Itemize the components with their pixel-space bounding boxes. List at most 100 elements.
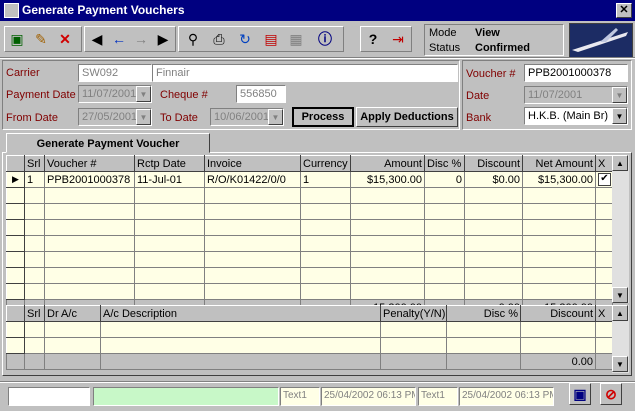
company-logo (569, 23, 633, 59)
voucher-grid-scrollbar[interactable]: ▲ ▼ (612, 155, 629, 303)
col-currency[interactable]: Currency (300, 155, 351, 172)
next-record-icon[interactable]: → (130, 27, 152, 51)
app-icon (4, 3, 19, 18)
col-rctp-date[interactable]: Rctp Date (134, 155, 205, 172)
table-row[interactable] (6, 283, 613, 300)
cell-discount[interactable]: $0.00 (464, 171, 523, 188)
col-dr-ac[interactable]: Dr A/c (44, 305, 101, 322)
selected-checkbox[interactable]: ✔ (598, 173, 611, 186)
scroll-down-icon[interactable]: ▼ (612, 287, 628, 303)
refresh-icon[interactable]: ↻ (234, 27, 256, 51)
mode-value: View (475, 27, 500, 39)
col-discount[interactable]: Discount (520, 305, 596, 322)
col-x[interactable]: X (595, 305, 613, 322)
to-date-label: To Date (160, 112, 198, 124)
table-row[interactable] (6, 235, 613, 252)
account-grid-header: Srl Dr A/c A/c Description Penalty(Y/N) … (6, 305, 613, 322)
current-row-indicator-icon: ▶ (6, 171, 25, 188)
apply-deductions-button[interactable]: Apply Deductions (356, 107, 458, 127)
cell-currency[interactable]: 1 (300, 171, 351, 188)
row-header (6, 267, 25, 284)
cheque-number-field[interactable]: 556850 (236, 85, 286, 103)
scroll-down-icon[interactable]: ▼ (612, 356, 628, 372)
col-penalty[interactable]: Penalty(Y/N) (380, 305, 447, 322)
help-icon[interactable]: ? (362, 27, 384, 51)
row-header (6, 353, 25, 370)
col-srl[interactable]: Srl (24, 155, 45, 172)
voucher-date-dropdown-icon[interactable]: ▼ (612, 87, 627, 103)
find-icon[interactable]: ⚲ (182, 27, 204, 51)
process-button[interactable]: Process (292, 107, 354, 127)
notes-icon[interactable]: ▤ (260, 27, 282, 51)
scroll-up-icon[interactable]: ▲ (612, 155, 628, 171)
col-disc[interactable]: Disc % (424, 155, 465, 172)
window-title: Generate Payment Vouchers (22, 3, 185, 17)
row-header (6, 321, 25, 338)
carrier-code-field[interactable]: SW092 (78, 64, 152, 82)
new-record-icon[interactable]: ▣ (6, 27, 28, 51)
bank-dropdown-icon[interactable]: ▼ (612, 108, 627, 124)
save-icon[interactable]: ▣ (569, 383, 591, 405)
row-header (6, 235, 25, 252)
account-totals-row: 0.00 (6, 353, 613, 370)
table-row[interactable] (6, 267, 613, 284)
cell-x[interactable]: ✔ (595, 171, 613, 188)
carrier-name-field[interactable]: Finnair (152, 64, 458, 82)
cancel-icon[interactable]: ⊘ (600, 383, 622, 405)
cell-amount[interactable]: $15,300.00 (350, 171, 425, 188)
status-time-2: 25/04/2002 06:13 PM (459, 387, 554, 406)
table-row[interactable] (6, 337, 613, 354)
previous-record-icon[interactable]: ← (108, 27, 130, 51)
col-amount[interactable]: Amount (350, 155, 425, 172)
cell-srl[interactable]: 1 (24, 171, 45, 188)
to-date-dropdown-icon[interactable]: ▼ (268, 109, 283, 125)
cell-rctp-date[interactable]: 11-Jul-01 (134, 171, 205, 188)
last-record-icon[interactable]: ▶ (152, 27, 174, 51)
cell-disc[interactable]: 0 (424, 171, 465, 188)
voucher-number-field[interactable]: PPB2001000378 (524, 64, 628, 82)
mode-status-panel: Mode View Status Confirmed (424, 24, 564, 56)
table-row[interactable] (6, 321, 613, 338)
row-header (6, 187, 25, 204)
cheque-label: Cheque # (160, 89, 208, 101)
exit-icon[interactable]: ⇥ (387, 27, 409, 51)
table-row[interactable]: ▶ 1 PPB2001000378 11-Jul-01 R/O/K01422/0… (6, 171, 613, 188)
close-button[interactable]: ✕ (616, 3, 632, 18)
info-icon[interactable]: ⓘ (314, 27, 336, 51)
table-row[interactable] (6, 187, 613, 204)
cell-invoice[interactable]: R/O/K01422/0/0 (204, 171, 301, 188)
from-date-dropdown-icon[interactable]: ▼ (136, 109, 151, 125)
payment-date-label: Payment Date (6, 89, 76, 101)
status-label: Status (429, 42, 461, 54)
delete-icon[interactable]: ✕ (54, 27, 76, 51)
cell-net-amount[interactable]: $15,300.00 (522, 171, 596, 188)
tab-generate-payment-voucher[interactable]: Generate Payment Voucher (6, 133, 210, 153)
col-ac-description[interactable]: A/c Description (100, 305, 381, 322)
col-x[interactable]: X (595, 155, 613, 172)
row-header (6, 251, 25, 268)
first-record-icon[interactable]: ◀ (86, 27, 108, 51)
row-header-corner (6, 155, 25, 172)
payment-date-dropdown-icon[interactable]: ▼ (136, 86, 151, 102)
account-grid-scrollbar[interactable]: ▲ ▼ (612, 305, 629, 373)
col-voucher[interactable]: Voucher # (44, 155, 135, 172)
scroll-up-icon[interactable]: ▲ (612, 305, 628, 321)
status-field-2 (93, 387, 279, 406)
title-bar: Generate Payment Vouchers ✕ (0, 0, 635, 21)
open-record-icon[interactable]: ✎ (30, 27, 52, 51)
col-net-amount[interactable]: Net Amount (522, 155, 596, 172)
table-row[interactable] (6, 203, 613, 220)
mode-label: Mode (429, 27, 457, 39)
col-srl[interactable]: Srl (24, 305, 45, 322)
airplane-logo-icon (570, 24, 632, 58)
table-row[interactable] (6, 219, 613, 236)
status-value: Confirmed (475, 42, 530, 54)
cell-voucher[interactable]: PPB2001000378 (44, 171, 135, 188)
col-discount[interactable]: Discount (464, 155, 523, 172)
col-disc[interactable]: Disc % (446, 305, 521, 322)
print-icon[interactable]: ⎙ (208, 27, 230, 51)
col-invoice[interactable]: Invoice (204, 155, 301, 172)
status-text1-b: Text1 (418, 387, 458, 406)
from-date-label: From Date (6, 112, 58, 124)
table-row[interactable] (6, 251, 613, 268)
